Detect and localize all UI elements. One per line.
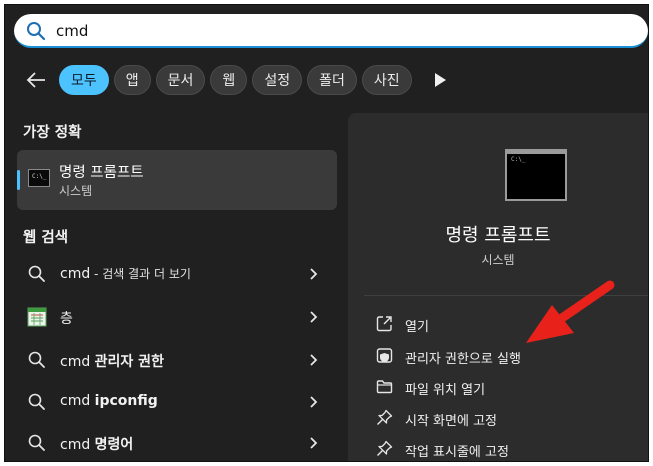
chevron-right-icon[interactable] bbox=[307, 436, 321, 450]
divider bbox=[364, 295, 648, 296]
pin-icon bbox=[377, 440, 393, 456]
best-match-item[interactable]: C:\_ 명령 프롬프트 시스템 bbox=[17, 150, 337, 210]
details-app-name: 명령 프롬프트 bbox=[445, 225, 551, 246]
web-result-item[interactable]: cmd ipconfig bbox=[17, 383, 337, 421]
filter-photos[interactable]: 사진 bbox=[361, 65, 412, 95]
best-match-name: 명령 프롬프트 bbox=[59, 165, 144, 181]
folder-icon bbox=[376, 380, 393, 394]
best-match-heading: 가장 정확 bbox=[23, 125, 82, 141]
open-external-icon bbox=[376, 316, 392, 332]
result-text: ipconfig bbox=[94, 393, 158, 409]
pin-to-start-action[interactable]: 시작 화면에 고정 bbox=[362, 404, 642, 432]
search-icon bbox=[28, 434, 45, 451]
action-label: 시작 화면에 고정 bbox=[405, 414, 497, 429]
action-label: 열기 bbox=[405, 320, 429, 335]
filter-web[interactable]: 웹 bbox=[210, 65, 248, 95]
chevron-right-icon[interactable] bbox=[307, 267, 321, 281]
result-query: cmd bbox=[60, 437, 95, 453]
back-arrow-icon[interactable] bbox=[25, 69, 47, 91]
result-text: 관리자 권한 bbox=[94, 354, 164, 370]
search-icon bbox=[28, 393, 45, 410]
web-result-item[interactable]: cmd 명령어 bbox=[17, 424, 337, 461]
search-bar[interactable] bbox=[14, 14, 648, 48]
result-query: cmd bbox=[60, 266, 91, 282]
result-text: 명령어 bbox=[94, 437, 134, 453]
details-pane: C:\_ 명령 프롬프트 시스템 열기 관리자 권한으로 실행 파일 위치 열기… bbox=[348, 113, 648, 461]
filter-settings[interactable]: 설정 bbox=[252, 65, 303, 95]
details-app-category: 시스템 bbox=[481, 253, 515, 267]
calendar-icon bbox=[27, 307, 47, 327]
action-label: 파일 위치 열기 bbox=[405, 383, 486, 398]
best-match-category: 시스템 bbox=[59, 184, 93, 198]
filter-all[interactable]: 모두 bbox=[59, 65, 109, 95]
web-result-item[interactable]: 층 bbox=[17, 298, 337, 336]
chevron-right-icon[interactable] bbox=[307, 353, 321, 367]
more-filters-play-icon[interactable] bbox=[433, 72, 447, 88]
result-text: - 검색 결과 더 보기 bbox=[90, 267, 191, 281]
command-prompt-preview-icon: C:\_ bbox=[505, 149, 567, 201]
web-result-item[interactable]: cmd - 검색 결과 더 보기 bbox=[17, 255, 337, 293]
pin-to-taskbar-action[interactable]: 작업 표시줄에 고정 bbox=[362, 435, 642, 461]
web-search-heading: 웹 검색 bbox=[23, 230, 69, 246]
action-label: 작업 표시줄에 고정 bbox=[405, 445, 509, 460]
search-icon bbox=[27, 22, 46, 41]
filter-tabs: 모두 앱 문서 웹 설정 폴더 사진 bbox=[59, 65, 412, 95]
start-search-window: 모두 앱 문서 웹 설정 폴더 사진 가장 정확 C:\_ 명령 프롬프트 시스… bbox=[4, 4, 649, 462]
shield-icon bbox=[376, 348, 393, 363]
chevron-right-icon[interactable] bbox=[307, 395, 321, 409]
search-icon bbox=[28, 351, 45, 368]
result-text: 층 bbox=[60, 311, 73, 327]
open-action[interactable]: 열기 bbox=[362, 310, 642, 338]
filter-apps[interactable]: 앱 bbox=[113, 65, 151, 95]
command-prompt-icon: C:\_ bbox=[28, 169, 50, 187]
search-icon bbox=[28, 265, 45, 282]
run-as-admin-action[interactable]: 관리자 권한으로 실행 bbox=[362, 342, 642, 370]
pin-icon bbox=[377, 409, 393, 425]
action-label: 관리자 권한으로 실행 bbox=[405, 352, 521, 367]
result-query: cmd bbox=[60, 354, 95, 370]
selection-indicator bbox=[17, 170, 20, 190]
search-input[interactable] bbox=[56, 19, 616, 43]
results-pane: 가장 정확 C:\_ 명령 프롬프트 시스템 웹 검색 cmd - 검색 결과 … bbox=[5, 105, 341, 461]
filter-folders[interactable]: 폴더 bbox=[307, 65, 357, 95]
chevron-right-icon[interactable] bbox=[307, 310, 321, 324]
open-file-location-action[interactable]: 파일 위치 열기 bbox=[362, 373, 642, 401]
web-result-item[interactable]: cmd 관리자 권한 bbox=[17, 341, 337, 379]
filter-documents[interactable]: 문서 bbox=[155, 65, 206, 95]
result-query: cmd bbox=[60, 393, 95, 409]
